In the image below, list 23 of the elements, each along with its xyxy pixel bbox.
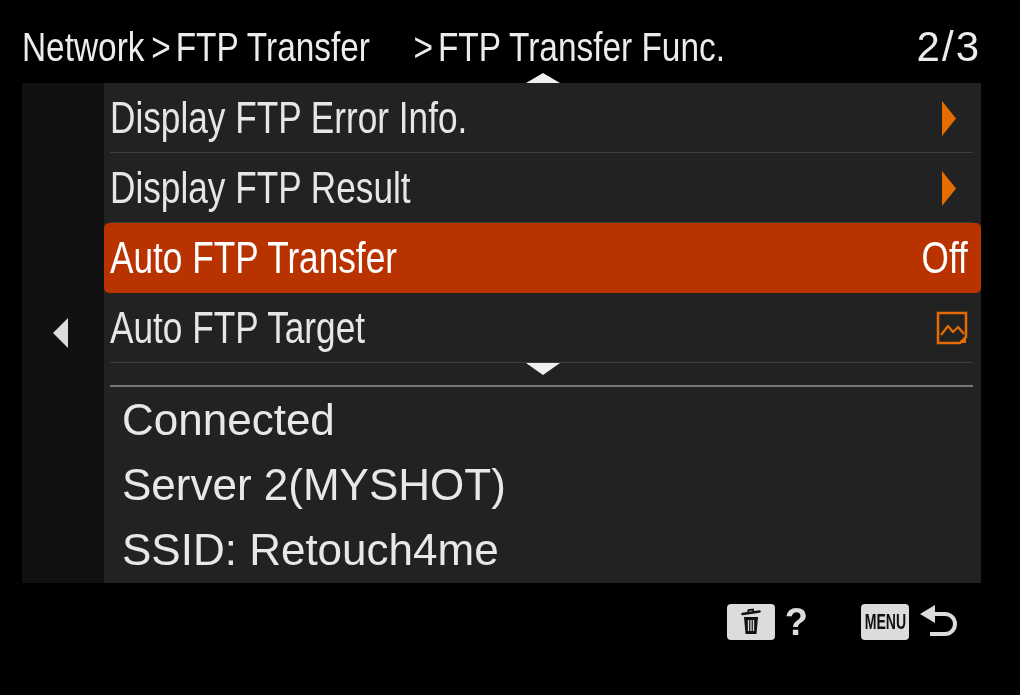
menu-item[interactable]: Auto FTP Transfer Off bbox=[104, 223, 981, 293]
picture-icon bbox=[936, 311, 968, 345]
breadcrumb-item: Network bbox=[22, 27, 145, 67]
help-label: ? bbox=[784, 604, 808, 640]
setting-value: Off bbox=[921, 233, 968, 283]
menu-item[interactable]: Display FTP Result bbox=[104, 153, 981, 223]
menu-key: MENU bbox=[861, 604, 909, 640]
breadcrumb-separator: > bbox=[151, 27, 171, 67]
down-triangle-icon bbox=[525, 363, 560, 375]
status-text: Connected bbox=[122, 394, 336, 446]
trash-key-icon bbox=[726, 604, 775, 640]
menu-item[interactable]: Auto FTP Target bbox=[104, 293, 981, 363]
status-text: Server 2(MYSHOT) bbox=[122, 459, 507, 511]
up-triangle-icon bbox=[525, 73, 560, 83]
breadcrumb-item: FTP Transfer bbox=[175, 27, 370, 67]
menu-item[interactable]: Display FTP Error Info. bbox=[104, 83, 981, 153]
status-text: SSID: Retouch4me bbox=[122, 524, 500, 576]
right-triangle-icon bbox=[942, 100, 956, 136]
page-indicator: 2/3 bbox=[916, 27, 981, 67]
right-triangle-icon bbox=[942, 170, 956, 206]
left-triangle-icon bbox=[52, 318, 68, 348]
breadcrumb-item: FTP Transfer Func. bbox=[437, 27, 725, 67]
breadcrumb-separator: > bbox=[413, 27, 433, 67]
